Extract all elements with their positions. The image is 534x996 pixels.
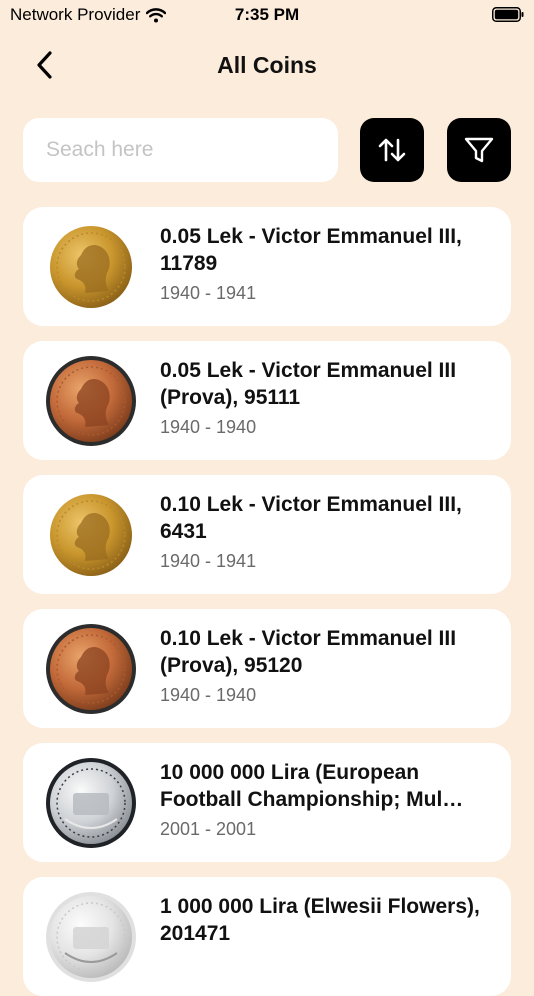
coin-years: 1940 - 1940	[160, 417, 257, 437]
status-bar: Network Provider 7:35 PM	[0, 0, 534, 32]
coin-image	[45, 221, 137, 313]
filter-button[interactable]	[447, 118, 511, 182]
coin-card[interactable]: 0.10 Lek - Victor Emmanuel III, 6431 194…	[23, 475, 511, 594]
coin-card[interactable]: 10 000 000 Lira (European Football Champ…	[23, 743, 511, 862]
coin-title: 10 000 000 Lira (European Football Champ…	[160, 761, 464, 811]
coin-title: 0.10 Lek - Victor Emmanuel III, 6431	[160, 493, 462, 543]
coin-image	[45, 623, 137, 715]
coin-title: 1 000 000 Lira (Elwesii Flowers), 201471	[160, 895, 480, 945]
nav-bar: All Coins	[0, 40, 534, 92]
coin-title: 0.10 Lek - Victor Emmanuel III (Prova), …	[160, 627, 457, 677]
page-title: All Coins	[217, 52, 317, 78]
coin-card[interactable]: 1 000 000 Lira (Elwesii Flowers), 201471	[23, 877, 511, 996]
filter-funnel-icon	[464, 137, 494, 163]
coin-card[interactable]: 0.05 Lek - Victor Emmanuel III, 11789 19…	[23, 207, 511, 326]
coin-years: 1940 - 1941	[160, 551, 257, 571]
coin-image	[45, 891, 137, 983]
coin-image	[45, 757, 137, 849]
coin-card[interactable]: 0.10 Lek - Victor Emmanuel III (Prova), …	[23, 609, 511, 728]
coin-years: 1940 - 1940	[160, 685, 257, 705]
coin-image	[45, 355, 137, 447]
coin-image	[45, 489, 137, 581]
sort-arrows-icon	[378, 138, 406, 162]
coin-years: 1940 - 1941	[160, 283, 257, 303]
status-time: 7:35 PM	[234, 5, 300, 24]
search-input[interactable]	[23, 118, 338, 182]
coin-card[interactable]: 0.05 Lek - Victor Emmanuel III (Prova), …	[23, 341, 511, 460]
coin-title: 0.05 Lek - Victor Emmanuel III (Prova), …	[160, 359, 457, 409]
coin-years: 2001 - 2001	[160, 819, 257, 839]
sort-button[interactable]	[360, 118, 424, 182]
coin-title: 0.05 Lek - Victor Emmanuel III, 11789	[160, 225, 462, 275]
battery-icon	[492, 7, 524, 22]
search-box	[23, 118, 338, 182]
